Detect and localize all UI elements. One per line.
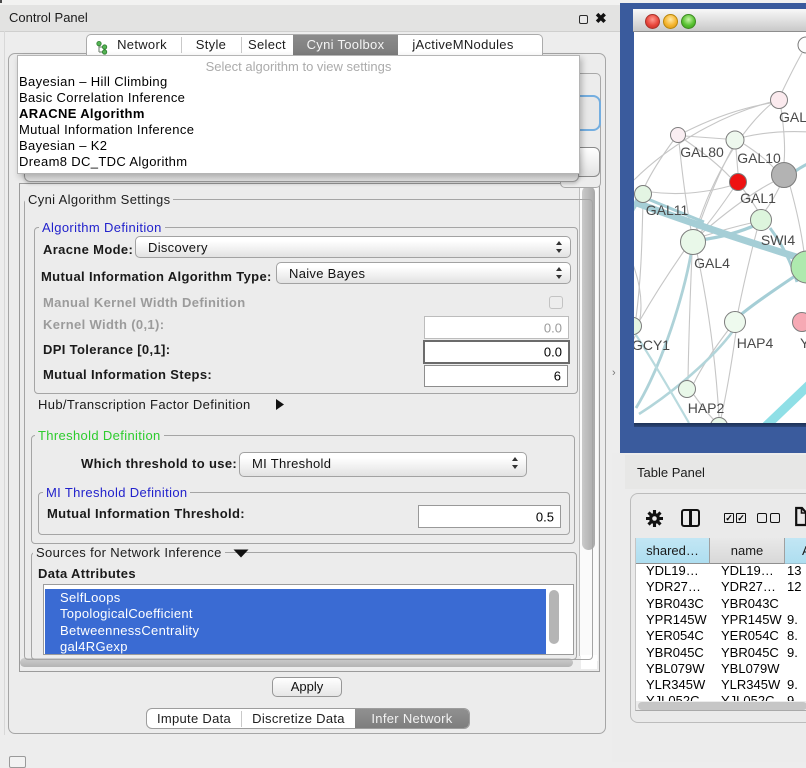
svg-text:GAL2: GAL2 <box>779 109 806 125</box>
svg-text:GAL11: GAL11 <box>646 202 689 218</box>
svg-text:HAP4: HAP4 <box>737 335 774 351</box>
svg-text:SWI4: SWI4 <box>761 232 795 248</box>
svg-text:GCY1: GCY1 <box>634 337 670 353</box>
svg-text:GAL1: GAL1 <box>740 190 776 206</box>
svg-text:Y: Y <box>800 335 806 351</box>
svg-text:GAL4: GAL4 <box>694 255 730 271</box>
svg-text:HAP2: HAP2 <box>688 400 725 416</box>
svg-text:GAL80: GAL80 <box>680 144 724 160</box>
svg-text:GAL10: GAL10 <box>737 150 781 166</box>
